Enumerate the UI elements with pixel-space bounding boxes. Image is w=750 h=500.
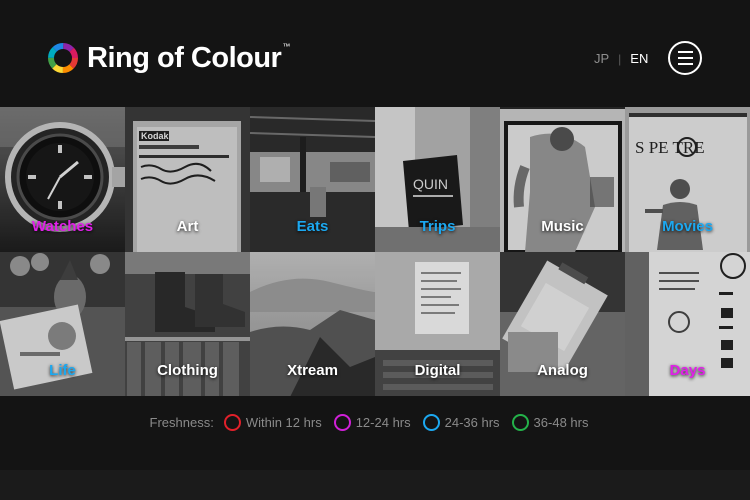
- category-label: Xtream: [287, 362, 338, 379]
- category-grid: Watches Kodak Art Eats QUIN Trips Music …: [0, 107, 750, 396]
- category-label: Music: [541, 217, 584, 235]
- hamburger-line-icon: [677, 63, 693, 65]
- category-tile-clothing[interactable]: Clothing: [125, 251, 250, 396]
- legend-title: Freshness:: [149, 414, 214, 430]
- category-label: Art: [176, 217, 199, 235]
- category-label: Clothing: [157, 362, 218, 379]
- category-label: Watches: [31, 217, 94, 235]
- hamburger-line-icon: [677, 51, 693, 53]
- hamburger-line-icon: [677, 57, 693, 59]
- language-switcher: JP | EN: [594, 51, 648, 66]
- legend-item-label: 12-24 hrs: [355, 414, 411, 430]
- category-tile-trips[interactable]: QUIN Trips: [375, 107, 500, 252]
- menu-button[interactable]: [668, 41, 702, 75]
- legend-item: Within 12 hrs: [223, 413, 322, 431]
- category-label: Movies: [662, 217, 713, 235]
- legend-item-label: Within 12 hrs: [245, 414, 322, 430]
- category-tile-days[interactable]: Days: [625, 251, 750, 396]
- footer-bar: [0, 470, 750, 500]
- blue-circle-icon: [422, 413, 440, 431]
- lang-separator: |: [618, 51, 622, 66]
- category-label: Eats: [296, 217, 329, 235]
- brand-name: Ring of Colour: [87, 41, 282, 74]
- trademark-symbol: ™: [282, 41, 291, 51]
- category-tile-digital[interactable]: Digital: [375, 251, 500, 396]
- magenta-circle-icon: [333, 413, 351, 431]
- legend-item-label: 36-48 hrs: [533, 414, 589, 430]
- category-label: Life: [49, 362, 76, 379]
- legend-item-label: 24-36 hrs: [444, 414, 500, 430]
- lang-jp-link[interactable]: JP: [594, 51, 609, 66]
- category-tile-watches[interactable]: Watches: [0, 107, 125, 252]
- category-tile-art[interactable]: Kodak Art: [125, 107, 250, 252]
- category-tile-eats[interactable]: Eats: [250, 107, 375, 252]
- category-tile-analog[interactable]: Analog: [500, 251, 625, 396]
- category-label: Trips: [419, 217, 456, 235]
- category-label: Analog: [537, 362, 588, 379]
- category-tile-movies[interactable]: S PE TRE Movies: [625, 107, 750, 252]
- red-circle-icon: [223, 413, 241, 431]
- legend-item: 24-36 hrs: [422, 413, 500, 431]
- category-tile-music[interactable]: Music: [500, 107, 625, 252]
- color-ring-logo-icon: [48, 43, 78, 73]
- category-tile-xtream[interactable]: Xtream: [250, 251, 375, 396]
- category-label: Days: [669, 362, 706, 379]
- legend-item: 12-24 hrs: [333, 413, 411, 431]
- category-label: Digital: [414, 362, 461, 379]
- category-tile-life[interactable]: Life: [0, 251, 125, 396]
- site-header: Ring of Colour ™ JP | EN: [0, 0, 750, 107]
- freshness-legend: Freshness: Within 12 hrs 12-24 hrs 24-36…: [0, 407, 750, 437]
- legend-item: 36-48 hrs: [511, 413, 589, 431]
- lang-en-link[interactable]: EN: [630, 51, 648, 66]
- green-circle-icon: [511, 413, 529, 431]
- site-logo[interactable]: Ring of Colour ™: [47, 38, 290, 78]
